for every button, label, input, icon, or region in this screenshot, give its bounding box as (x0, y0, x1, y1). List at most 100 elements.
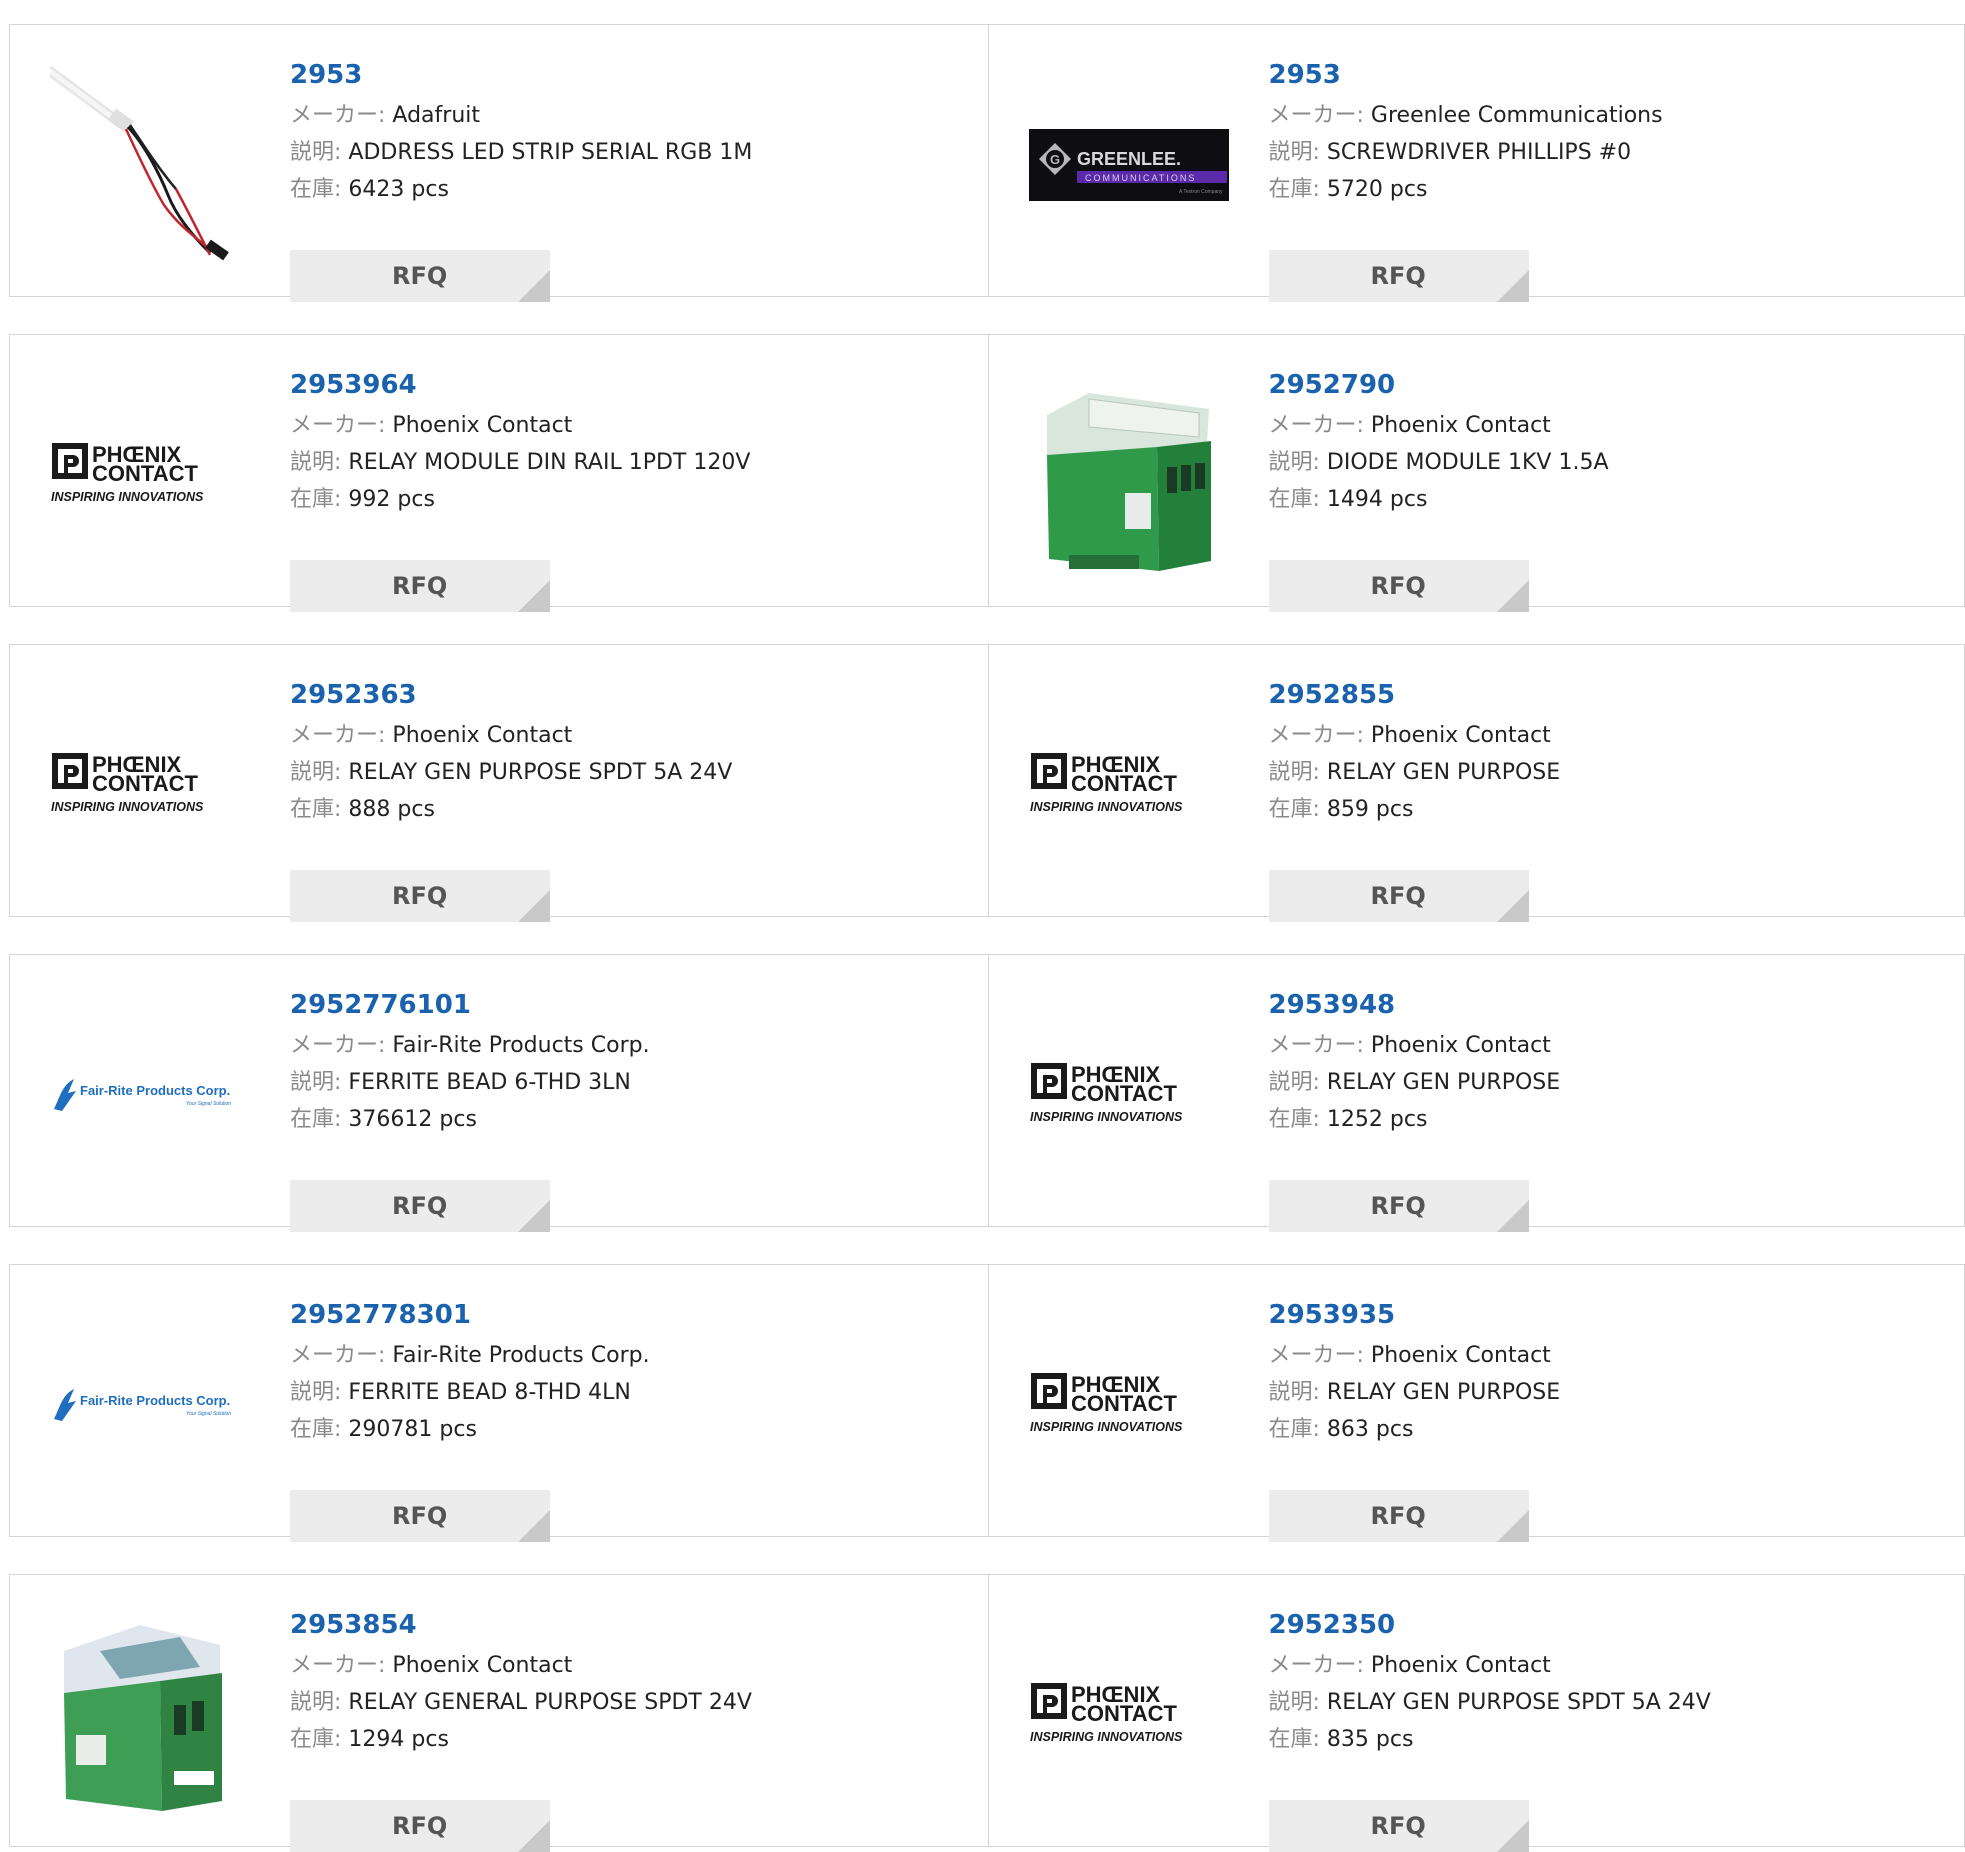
maker-line: メーカー: Phoenix Contact (1269, 1647, 1711, 1684)
stock-label: 在庫: (290, 797, 342, 822)
description-value: SCREWDRIVER PHILLIPS #0 (1326, 140, 1632, 165)
svg-text:Fair-Rite Products Corp.: Fair-Rite Products Corp. (80, 1393, 230, 1408)
svg-text:CONTACT: CONTACT (1071, 1391, 1177, 1416)
description-label: 説明: (290, 1690, 342, 1715)
stock-value: 1252 pcs (1326, 1107, 1428, 1132)
rfq-button[interactable]: RFQ (1268, 560, 1529, 612)
rfq-button[interactable]: RFQ (290, 250, 550, 302)
rfq-button[interactable]: RFQ (1268, 870, 1529, 922)
product-card: PHŒNIX CONTACT INSPIRING INNOVATIONS 295… (987, 1265, 1965, 1542)
stock-line: 在庫: 888 pcs (290, 791, 732, 828)
description-label: 説明: (290, 140, 342, 165)
stock-line: 在庫: 376612 pcs (290, 1101, 650, 1138)
svg-text:INSPIRING INNOVATIONS: INSPIRING INNOVATIONS (1030, 1110, 1183, 1124)
rfq-button[interactable]: RFQ (1268, 1180, 1529, 1232)
stock-label: 在庫: (1268, 1107, 1320, 1132)
rfq-button[interactable]: RFQ (290, 560, 550, 612)
corner-triangle-icon (1496, 1510, 1529, 1542)
rfq-label: RFQ (1370, 882, 1426, 910)
product-info: 2953 メーカー: Adafruit 説明: ADDRESS LED STRI… (290, 57, 752, 302)
rfq-button[interactable]: RFQ (290, 1490, 550, 1542)
product-info: 2952778301 メーカー: Fair-Rite Products Corp… (290, 1297, 650, 1542)
rfq-button[interactable]: RFQ (290, 1800, 550, 1852)
maker-label: メーカー: (290, 413, 386, 438)
product-image[interactable]: PHŒNIX CONTACT INSPIRING INNOVATIONS (1029, 1305, 1229, 1505)
product-card: PHŒNIX CONTACT INSPIRING INNOVATIONS 295… (10, 335, 988, 612)
stock-value: 863 pcs (1326, 1417, 1414, 1442)
description-value: RELAY GENERAL PURPOSE SPDT 24V (348, 1690, 752, 1715)
svg-text:INSPIRING INNOVATIONS: INSPIRING INNOVATIONS (1030, 1420, 1183, 1434)
product-image[interactable]: PHŒNIX CONTACT INSPIRING INNOVATIONS (50, 685, 250, 885)
product-info: 2952776101 メーカー: Fair-Rite Products Corp… (290, 987, 650, 1232)
maker-line: メーカー: Phoenix Contact (290, 717, 732, 754)
product-info: 2953948 メーカー: Phoenix Contact 説明: RELAY … (1268, 987, 1561, 1232)
product-card: G GREENLEE. COMMUNICATIONS A Textron Com… (987, 25, 1965, 302)
part-number-link[interactable]: 2952350 (1269, 1607, 1711, 1643)
rfq-button[interactable]: RFQ (1268, 1490, 1529, 1542)
product-info: 2952855 メーカー: Phoenix Contact 説明: RELAY … (1268, 677, 1561, 922)
maker-value: Phoenix Contact (1370, 1033, 1551, 1058)
rfq-button[interactable]: RFQ (290, 1180, 550, 1232)
description-line: 説明: RELAY MODULE DIN RAIL 1PDT 120V (290, 444, 750, 481)
stock-label: 在庫: (290, 1107, 342, 1132)
maker-value: Adafruit (392, 103, 481, 128)
description-label: 説明: (1268, 1690, 1320, 1715)
description-value: RELAY GEN PURPOSE SPDT 5A 24V (1326, 1690, 1711, 1715)
part-number-link[interactable]: 2952855 (1269, 677, 1561, 713)
product-info: 2952363 メーカー: Phoenix Contact 説明: RELAY … (290, 677, 732, 922)
rfq-button[interactable]: RFQ (1268, 250, 1529, 302)
rfq-label: RFQ (1370, 262, 1426, 290)
description-label: 説明: (1268, 760, 1320, 785)
product-image[interactable]: G GREENLEE. COMMUNICATIONS A Textron Com… (1028, 65, 1229, 265)
rfq-label: RFQ (1370, 572, 1426, 600)
part-number-link[interactable]: 2952363 (290, 677, 732, 713)
product-image[interactable]: PHŒNIX CONTACT INSPIRING INNOVATIONS (50, 375, 250, 575)
part-number-link[interactable]: 2952790 (1269, 367, 1609, 403)
product-image[interactable]: PHŒNIX CONTACT INSPIRING INNOVATIONS (1029, 995, 1229, 1195)
product-card: Fair-Rite Products Corp. Your Signal Sol… (10, 955, 988, 1232)
corner-triangle-icon (518, 580, 550, 612)
description-line: 説明: RELAY GEN PURPOSE (1269, 1374, 1561, 1411)
product-grid: 2953 メーカー: Adafruit 説明: ADDRESS LED STRI… (0, 0, 1965, 1852)
product-image[interactable] (50, 1615, 250, 1815)
svg-text:CONTACT: CONTACT (92, 771, 198, 796)
svg-text:G: G (1050, 152, 1060, 167)
phoenix-contact-logo-graphic: PHŒNIX CONTACT INSPIRING INNOVATIONS (51, 442, 204, 504)
maker-value: Phoenix Contact (1370, 1653, 1551, 1678)
part-number-link[interactable]: 2953964 (290, 367, 750, 403)
stock-label: 在庫: (1268, 487, 1320, 512)
rfq-button[interactable]: RFQ (1268, 1800, 1529, 1852)
maker-value: Phoenix Contact (392, 413, 573, 438)
product-image[interactable]: Fair-Rite Products Corp. Your Signal Sol… (50, 1305, 250, 1505)
part-number-link[interactable]: 2953 (290, 57, 752, 93)
corner-triangle-icon (518, 270, 550, 302)
part-number-link[interactable]: 2952776101 (290, 987, 650, 1023)
corner-triangle-icon (518, 1820, 550, 1852)
part-number-link[interactable]: 2953854 (290, 1607, 752, 1643)
maker-label: メーカー: (290, 723, 386, 748)
part-number-link[interactable]: 2953948 (1269, 987, 1561, 1023)
svg-text:A Textron Company: A Textron Company (1179, 189, 1223, 195)
product-image[interactable]: Fair-Rite Products Corp. Your Signal Sol… (50, 995, 250, 1195)
description-line: 説明: RELAY GENERAL PURPOSE SPDT 24V (290, 1684, 752, 1721)
part-number-link[interactable]: 2952778301 (290, 1297, 650, 1333)
product-image[interactable] (50, 65, 250, 265)
maker-value: Phoenix Contact (1370, 413, 1551, 438)
description-label: 説明: (1268, 1070, 1320, 1095)
product-image[interactable] (1029, 375, 1229, 575)
product-image[interactable]: PHŒNIX CONTACT INSPIRING INNOVATIONS (1029, 685, 1229, 885)
part-number-link[interactable]: 2953 (1269, 57, 1663, 93)
phoenix-contact-logo-graphic: PHŒNIX CONTACT INSPIRING INNOVATIONS (1030, 1062, 1183, 1124)
maker-value: Fair-Rite Products Corp. (392, 1033, 650, 1058)
maker-line: メーカー: Adafruit (290, 97, 752, 134)
product-image[interactable]: PHŒNIX CONTACT INSPIRING INNOVATIONS (1029, 1615, 1229, 1815)
stock-label: 在庫: (1268, 797, 1320, 822)
stock-value: 290781 pcs (348, 1417, 477, 1442)
stock-value: 5720 pcs (1326, 177, 1428, 202)
maker-value: Phoenix Contact (392, 1653, 573, 1678)
maker-line: メーカー: Phoenix Contact (1269, 1027, 1561, 1064)
svg-text:Your Signal Solution: Your Signal Solution (186, 1101, 231, 1107)
fair-rite-logo-graphic: Fair-Rite Products Corp. Your Signal Sol… (54, 1079, 231, 1111)
rfq-button[interactable]: RFQ (290, 870, 550, 922)
part-number-link[interactable]: 2953935 (1269, 1297, 1561, 1333)
